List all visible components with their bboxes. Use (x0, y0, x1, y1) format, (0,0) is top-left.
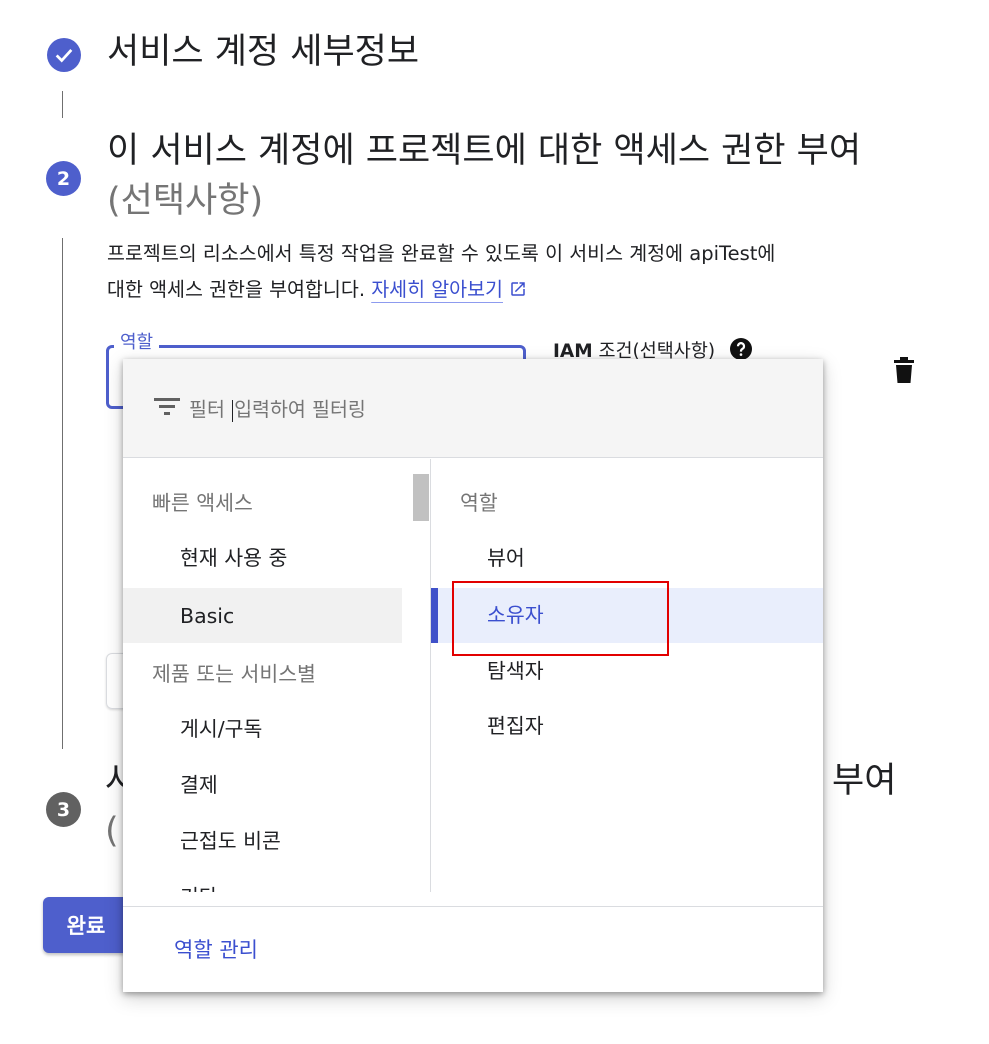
filter-bar: 필터 입력하여 필터링 (123, 359, 823, 458)
category-selected-bg (123, 588, 402, 643)
category-item-billing[interactable]: 결제 (180, 771, 218, 799)
role-dropdown-panel: 필터 입력하여 필터링 빠른 액세스 현재 사용 중 Basic 제품 또는 서… (123, 359, 823, 992)
by-product-header: 제품 또는 서비스별 (152, 662, 316, 686)
external-link-icon (511, 282, 525, 296)
step2-description-text: 대한 액세스 권한을 부여합니다. (107, 278, 366, 301)
filter-placeholder: 입력하여 필터링 (234, 398, 366, 421)
help-icon[interactable] (729, 337, 753, 361)
text-cursor (232, 399, 234, 422)
roles-header: 역할 (460, 491, 498, 515)
highlight-box (452, 581, 669, 656)
step3-optional: ( (105, 811, 119, 851)
role-item-editor[interactable]: 편집자 (487, 712, 544, 740)
category-item-basic[interactable]: Basic (180, 602, 234, 630)
learn-more-link[interactable]: 자세히 알아보기 (371, 278, 503, 301)
delete-icon[interactable] (892, 357, 916, 385)
step2-number-badge: 2 (46, 161, 81, 196)
step-connector (62, 91, 63, 118)
step3-title-end: 부여 (832, 761, 897, 801)
category-item-proximity-beacon[interactable]: 근접도 비콘 (180, 827, 281, 855)
footer-divider (123, 906, 823, 907)
category-item-other[interactable]: 기타 (180, 883, 218, 892)
category-item-current[interactable]: 현재 사용 중 (180, 544, 287, 572)
column-divider (430, 459, 431, 892)
step2-description-line2: 대한 액세스 권한을 부여합니다. 자세히 알아보기 (107, 272, 527, 308)
category-scrollbar[interactable] (413, 474, 429, 521)
filter-input[interactable]: 필터 입력하여 필터링 (189, 393, 366, 422)
role-item-viewer[interactable]: 뷰어 (487, 544, 525, 572)
step-connector (62, 238, 63, 749)
step2-optional: (선택사항) (107, 181, 264, 221)
done-button[interactable]: 완료 (43, 897, 129, 953)
manage-roles-link[interactable]: 역할 관리 (174, 934, 258, 964)
role-item-browser[interactable]: 탐색자 (487, 657, 544, 685)
step1-complete-badge (47, 38, 81, 72)
check-icon (55, 49, 73, 63)
role-field-label: 역할 (114, 331, 160, 355)
step3-number-badge: 3 (46, 792, 81, 827)
role-selected-indicator (431, 588, 438, 643)
quick-access-header: 빠른 액세스 (152, 491, 253, 515)
step1-title: 서비스 계정 세부정보 (107, 32, 420, 72)
step2-description-line1: 프로젝트의 리소스에서 특정 작업을 완료할 수 있도록 이 서비스 계정에 a… (107, 242, 776, 265)
category-list: 빠른 액세스 현재 사용 중 Basic 제품 또는 서비스별 게시/구독 결제… (123, 459, 430, 892)
filter-label: 필터 (189, 398, 225, 421)
filter-icon (154, 398, 180, 415)
category-item-pubsub[interactable]: 게시/구독 (180, 715, 262, 743)
step2-title: 이 서비스 계정에 프로젝트에 대한 액세스 권한 부여 (107, 131, 862, 171)
